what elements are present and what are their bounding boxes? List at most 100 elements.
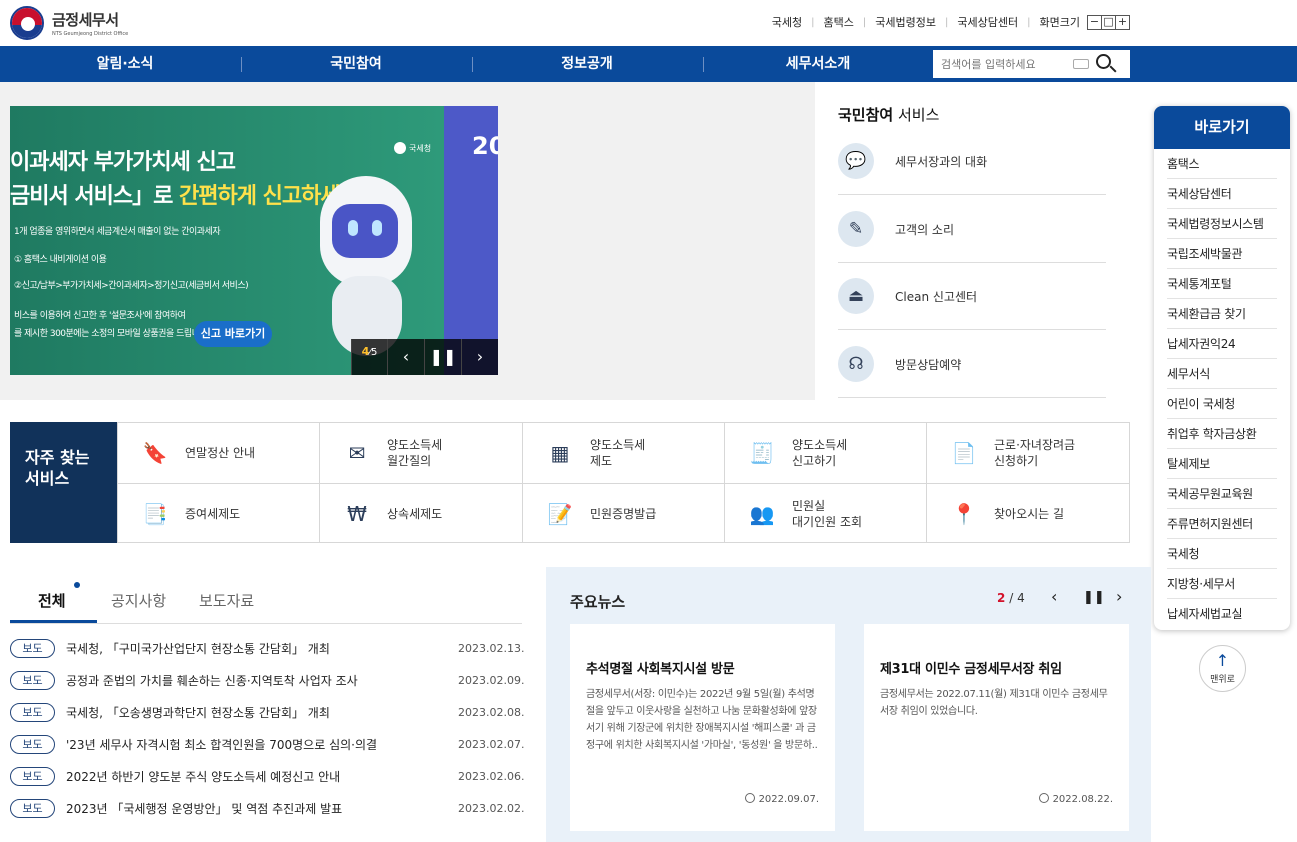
category-badge: 보도	[10, 702, 55, 722]
list-item[interactable]: 보도 2023년 「국세행정 운영방안」 및 역점 추진과제 발표 2023.0…	[10, 797, 524, 819]
service-incentive[interactable]: 📄 근로·자녀장려금 신청하기	[926, 423, 1129, 483]
quick-link[interactable]: 국세청	[1167, 539, 1277, 569]
news-card[interactable]: 제31대 이민수 금정세무서장 취임 금정세무서는 2022.07.11(월) …	[864, 624, 1129, 831]
next-slide-peek: 20	[472, 132, 498, 160]
category-badge: 보도	[10, 638, 55, 658]
search-icon[interactable]	[1095, 53, 1117, 75]
list-item[interactable]: 보도 국세청, 「오송생명과학단지 현장소통 간담회」 개최 2023.02.0…	[10, 701, 524, 723]
certificate-icon: 📝	[547, 501, 573, 526]
nav-item-disclosure[interactable]: 정보공개	[472, 46, 702, 82]
banner-note: 비스를 이용하여 신고한 후 '설문조사'에 참여하여	[14, 311, 186, 321]
util-link-nts[interactable]: 국세청	[772, 14, 802, 30]
quick-link[interactable]: 국세통계포털	[1167, 269, 1277, 299]
category-badge: 보도	[10, 798, 55, 818]
list-item[interactable]: 보도 '23년 세무사 자격시험 최소 합격인원을 700명으로 심의·의결 2…	[10, 733, 524, 755]
quick-link[interactable]: 국세법령정보시스템	[1167, 209, 1277, 239]
documents-icon: 📑	[142, 501, 168, 526]
quick-link[interactable]: 탈세제보	[1167, 449, 1277, 479]
service-directions[interactable]: 📍 찾아오시는 길	[926, 483, 1129, 543]
service-transfer-qna[interactable]: ✉ 양도소득세 월간질의	[319, 423, 522, 483]
receipt-icon: 🧾	[749, 441, 775, 465]
list-item[interactable]: 보도 2022년 하반기 양도분 주식 양도소득세 예정신고 안내 2023.0…	[10, 765, 524, 787]
banner-badge: 국세청	[394, 142, 431, 154]
service-transfer-system[interactable]: ▦ 양도소득세 제도	[522, 423, 725, 483]
logo-title: 금정세무서	[52, 11, 119, 29]
bookmark-icon: 🔖	[142, 441, 168, 465]
quick-link[interactable]: 납세자권익24	[1167, 329, 1277, 359]
frequent-services: 자주 찾는 서비스 🔖 연말정산 안내 ✉ 양도소득세 월간질의 ▦ 양도소득세…	[10, 422, 1130, 543]
prev-slide-icon[interactable]: ‹	[387, 339, 424, 375]
chevron-left-icon[interactable]: ‹	[1051, 587, 1057, 606]
zoom-out-button[interactable]: −	[1087, 14, 1102, 30]
next-slide-icon[interactable]: ›	[461, 339, 498, 375]
chevron-right-icon[interactable]: ›	[1116, 587, 1122, 606]
participation-item[interactable]: ✎ 고객의 소리	[838, 196, 1106, 263]
banner-headline-1: 이과세자 부가가치세 신고	[10, 150, 236, 175]
quick-link[interactable]: 주류면허지원센터	[1167, 509, 1277, 539]
keyboard-icon[interactable]	[1073, 59, 1089, 69]
service-gift-tax[interactable]: 📑 증여세제도	[117, 483, 320, 543]
banner-cta-button[interactable]: 신고 바로가기	[194, 321, 272, 347]
banner-note: 1개 업종을 영위하면서 세금계산서 매출이 없는 간이과세자	[14, 227, 221, 237]
quick-link[interactable]: 국세공무원교육원	[1167, 479, 1277, 509]
zoom-controls: − □ +	[1087, 14, 1130, 30]
util-link-hometax[interactable]: 홈택스	[824, 14, 854, 30]
quick-link[interactable]: 어린이 국세청	[1167, 389, 1277, 419]
slide-counter: 4⁄5	[351, 339, 387, 375]
participation-item[interactable]: ⏏ Clean 신고센터	[838, 263, 1106, 330]
service-year-end[interactable]: 🔖 연말정산 안내	[117, 423, 320, 483]
calculator-icon: ▦	[550, 441, 570, 465]
util-link-consult[interactable]: 국세상담센터	[957, 14, 1018, 30]
util-link-law[interactable]: 국세법령정보	[875, 14, 936, 30]
participation-item[interactable]: 💬 세무서장과의 대화	[838, 128, 1106, 195]
pencil-icon: ✎	[838, 211, 874, 247]
tab-notice[interactable]: 공지사항	[111, 590, 166, 611]
banner-note: ① 홈택스 내비게이션 이용	[14, 255, 107, 265]
promo-banner[interactable]: 국세청 이과세자 부가가치세 신고 금비서 서비스」로 간편하게 신고하세요. …	[10, 106, 498, 375]
hand-coin-icon: ₩	[347, 501, 367, 526]
location-pin-icon: 📍	[951, 501, 977, 526]
pause-icon[interactable]: ❚❚	[1083, 590, 1105, 605]
tab-underline	[10, 620, 97, 623]
service-waiting[interactable]: 👥 민원실 대기인원 조회	[724, 483, 927, 543]
back-to-top-button[interactable]: ↑ 맨위로	[1199, 645, 1246, 692]
quick-link[interactable]: 납세자세법교실	[1167, 599, 1277, 629]
nav-item-about[interactable]: 세무서소개	[703, 46, 933, 82]
list-item[interactable]: 보도 공정과 준법의 가치를 훼손하는 신종·지역토착 사업자 조사 2023.…	[10, 669, 524, 691]
site-logo[interactable]: 금정세무서 NTS Geumjeong District Office	[10, 6, 128, 40]
service-certificate[interactable]: 📝 민원증명발급	[522, 483, 725, 543]
zoom-in-button[interactable]: +	[1115, 14, 1130, 30]
search-input[interactable]	[933, 51, 1073, 77]
nts-emblem-icon	[10, 6, 44, 40]
logo-subtitle: NTS Geumjeong District Office	[52, 31, 129, 37]
top-bar: 금정세무서 NTS Geumjeong District Office 국세청 |…	[0, 0, 1297, 46]
news-card[interactable]: 추석명절 사회복지시설 방문 금정세무서(서장: 이민수)는 2022년 9월 …	[570, 624, 835, 831]
quick-link[interactable]: 국립조세박물관	[1167, 239, 1277, 269]
frequent-services-title: 자주 찾는 서비스	[10, 422, 117, 543]
category-badge: 보도	[10, 734, 55, 754]
tab-press[interactable]: 보도자료	[199, 590, 254, 611]
tab-all[interactable]: 전체	[38, 590, 66, 611]
clock-icon	[744, 793, 755, 803]
headset-icon: ☊	[838, 346, 874, 382]
document-icon: 📄	[951, 441, 977, 465]
quick-link[interactable]: 홈택스	[1167, 149, 1277, 179]
service-inheritance-tax[interactable]: ₩ 상속세제도	[319, 483, 522, 543]
nav-item-news[interactable]: 알림·소식	[10, 46, 240, 82]
zoom-reset-button[interactable]: □	[1101, 14, 1116, 30]
nts-emblem-icon	[394, 142, 406, 154]
list-item[interactable]: 보도 국세청, 「구미국가산업단지 현장소통 간담회」 개최 2023.02.1…	[10, 637, 524, 659]
quick-link[interactable]: 국세환급금 찾기	[1167, 299, 1277, 329]
quick-links-title: 바로가기	[1154, 106, 1290, 149]
service-transfer-filing[interactable]: 🧾 양도소득세 신고하기	[724, 423, 927, 483]
participation-item[interactable]: ☊ 방문상담예약	[838, 331, 1106, 398]
quick-link[interactable]: 국세상담센터	[1167, 179, 1277, 209]
quick-link[interactable]: 지방청·세무서	[1167, 569, 1277, 599]
quick-links-panel: 바로가기 홈택스 국세상담센터 국세법령정보시스템 국립조세박물관 국세통계포털…	[1154, 106, 1290, 630]
quick-link[interactable]: 취업후 학자금상환	[1167, 419, 1277, 449]
nav-item-participation[interactable]: 국민참여	[241, 46, 471, 82]
quick-link[interactable]: 세무서식	[1167, 359, 1277, 389]
pause-icon[interactable]: ❚❚	[424, 339, 461, 375]
arrow-up-icon: ↑	[1215, 651, 1230, 670]
news-tabs: 전체 공지사항 보도자료	[10, 582, 522, 624]
